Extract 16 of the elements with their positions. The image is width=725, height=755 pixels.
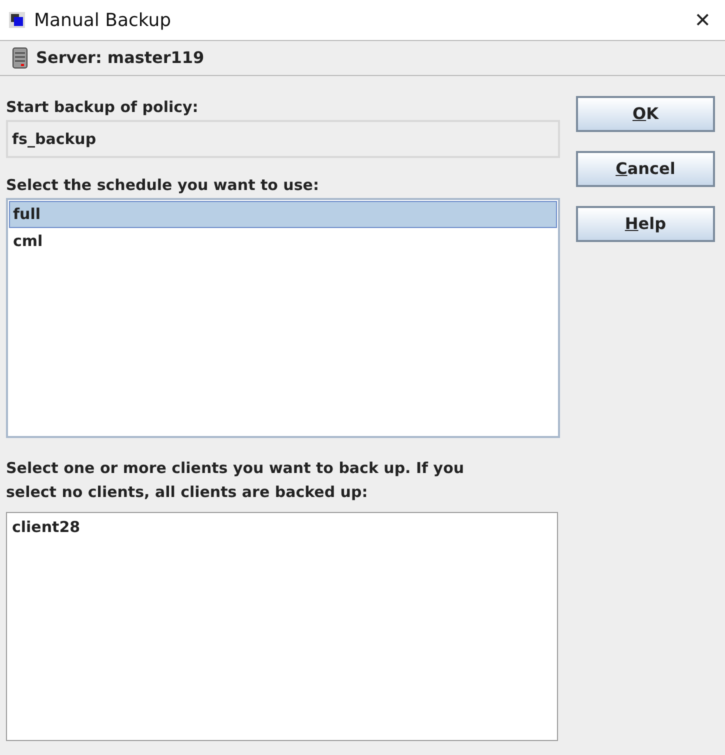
schedule-label: Select the schedule you want to use: bbox=[6, 175, 320, 196]
schedule-list[interactable]: full cml bbox=[6, 198, 560, 438]
clients-list[interactable]: client28 bbox=[6, 512, 558, 741]
policy-label: Start backup of policy: bbox=[6, 97, 200, 118]
close-button[interactable]: ✕ bbox=[688, 5, 717, 35]
app-icon bbox=[8, 11, 26, 29]
list-item[interactable]: cml bbox=[9, 228, 557, 255]
dialog-button[interactable]: Cancel bbox=[576, 151, 715, 187]
list-item[interactable]: client28 bbox=[8, 514, 556, 541]
server-icon bbox=[12, 47, 28, 69]
dialog-button[interactable]: OK bbox=[576, 96, 715, 132]
list-item[interactable]: full bbox=[9, 201, 557, 228]
window-title: Manual Backup bbox=[34, 8, 172, 32]
server-label: Server: master119 bbox=[36, 47, 204, 69]
dialog-button[interactable]: Help bbox=[576, 206, 715, 242]
clients-label: Select one or more clients you want to back up. If you select no clients, all clients are backed up: bbox=[6, 458, 466, 503]
